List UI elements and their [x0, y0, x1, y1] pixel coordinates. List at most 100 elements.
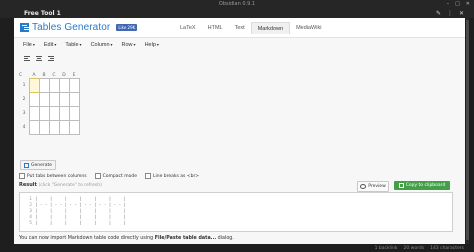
- table-cell[interactable]: [59, 92, 70, 107]
- table-row: [29, 106, 80, 121]
- row-header[interactable]: 3: [19, 106, 29, 120]
- alignment-toolbar: [24, 56, 54, 62]
- align-center-icon[interactable]: [36, 56, 42, 62]
- table-cell[interactable]: [49, 106, 60, 121]
- preview-button[interactable]: Preview: [357, 181, 389, 192]
- character-count: 143 characters: [430, 245, 464, 251]
- option-line-breaks[interactable]: Line breaks as <br>: [144, 173, 200, 179]
- checkbox[interactable]: [144, 173, 151, 179]
- result-heading: Result (click "Generate" to refresh): [19, 182, 102, 188]
- import-note: You can now import Markdown table code d…: [19, 236, 234, 241]
- caret-down-icon: ▾: [110, 42, 113, 47]
- menu-help[interactable]: Help▾: [145, 42, 159, 48]
- table-grid: [29, 78, 80, 135]
- table-cell[interactable]: [39, 78, 50, 93]
- option-compact-mode[interactable]: Compact mode: [94, 173, 137, 179]
- generate-button[interactable]: Generate: [20, 160, 57, 170]
- row-headers: 1 2 3 4: [19, 78, 29, 135]
- table-cell[interactable]: [39, 120, 50, 135]
- row-header[interactable]: 1: [19, 78, 29, 92]
- menu-edit[interactable]: Edit▾: [44, 42, 57, 48]
- logo-text: Tables Generator: [32, 22, 111, 33]
- output-options: Put tabs between columns Compact mode Li…: [19, 173, 199, 179]
- eye-icon: [360, 184, 367, 189]
- file-paste-link[interactable]: File/Paste table data...: [155, 236, 216, 241]
- table-cell[interactable]: [39, 92, 50, 107]
- caret-down-icon: ▾: [54, 42, 57, 47]
- tables-generator-view: Tables Generator Like 29K LaTeX HTML Tex…: [14, 18, 465, 244]
- window-controls: – □ ✕: [447, 0, 470, 8]
- table-cell[interactable]: [29, 92, 40, 107]
- tab-html[interactable]: HTML: [202, 22, 229, 34]
- table-cell[interactable]: [69, 92, 80, 107]
- row-header[interactable]: 4: [19, 120, 29, 134]
- caret-down-icon: ▾: [32, 42, 35, 47]
- menu-column[interactable]: Column▾: [91, 42, 113, 48]
- table-cell[interactable]: [39, 106, 50, 121]
- edit-icon[interactable]: ✎: [436, 10, 441, 17]
- option-tabs-between-columns[interactable]: Put tabs between columns: [19, 173, 87, 179]
- checkbox[interactable]: [19, 173, 25, 179]
- table-row: [29, 120, 80, 135]
- table-cell[interactable]: [49, 92, 60, 107]
- backlinks-count[interactable]: 1 backlink: [375, 246, 398, 251]
- generate-label: Generate: [31, 162, 53, 168]
- minimize-icon[interactable]: –: [447, 1, 450, 7]
- table-cell[interactable]: [49, 78, 60, 93]
- align-right-icon[interactable]: [48, 56, 54, 62]
- status-bar: 1 backlink 20 words 143 characters: [0, 244, 474, 252]
- tab-text[interactable]: Text: [229, 22, 251, 34]
- maximize-icon[interactable]: □: [455, 1, 460, 7]
- table-cell[interactable]: [29, 78, 40, 93]
- table-cell[interactable]: [59, 106, 70, 121]
- close-window-icon[interactable]: ✕: [466, 1, 470, 7]
- option-label: Put tabs between columns: [27, 173, 87, 179]
- scrollbar-thumb[interactable]: [466, 20, 469, 240]
- menu-table[interactable]: Table▾: [65, 42, 81, 48]
- more-options-icon[interactable]: ⋮: [447, 10, 453, 17]
- tab-markdown[interactable]: Markdown: [250, 22, 291, 34]
- format-tabs: LaTeX HTML Text Markdown MediaWiki: [174, 22, 327, 34]
- checkbox[interactable]: [94, 173, 101, 179]
- table-row: [29, 78, 80, 93]
- table-cell[interactable]: [29, 106, 40, 121]
- left-ribbon: [0, 18, 14, 244]
- tab-mediawiki[interactable]: MediaWiki: [290, 22, 327, 34]
- option-label: Compact mode: [102, 173, 137, 179]
- menu-bar: File▾ Edit▾ Table▾ Column▾ Row▾ Help▾: [23, 42, 159, 48]
- table-logo-icon: [20, 23, 29, 32]
- app-header: Tables Generator Like 29K LaTeX HTML Tex…: [14, 18, 465, 38]
- row-header[interactable]: 2: [19, 92, 29, 106]
- align-left-icon[interactable]: [24, 56, 30, 62]
- logo[interactable]: Tables Generator Like 29K: [20, 22, 138, 33]
- option-label: Line breaks as <br>: [152, 173, 200, 179]
- result-code-editor[interactable]: 1 | | | | | | | 2 |--|--|--|--|--|--| 3 | |…: [19, 192, 453, 232]
- table-editor: C A B C D E 1 2 3 4: [19, 73, 80, 135]
- generate-icon: [24, 162, 29, 168]
- table-cell[interactable]: [49, 120, 60, 135]
- pane-actions: ✎ ⋮ ✕: [436, 8, 464, 18]
- table-row: [29, 92, 80, 107]
- code-line: 5 | | | | | | |: [29, 220, 129, 226]
- table-cell[interactable]: [29, 120, 40, 135]
- table-cell[interactable]: [69, 106, 80, 121]
- menu-row[interactable]: Row▾: [122, 42, 136, 48]
- grid-corner: C: [19, 73, 23, 78]
- table-cell[interactable]: [59, 120, 70, 135]
- table-cell[interactable]: [69, 120, 80, 135]
- table-cell[interactable]: [59, 78, 70, 93]
- vertical-scrollbar[interactable]: [466, 18, 469, 244]
- result-label: Result: [19, 182, 37, 188]
- table-cell[interactable]: [69, 78, 80, 93]
- pane-title[interactable]: Free Tool 1: [24, 10, 61, 17]
- pane-header: Free Tool 1 ✎ ⋮ ✕: [0, 8, 474, 18]
- close-pane-icon[interactable]: ✕: [459, 10, 464, 17]
- copy-to-clipboard-button[interactable]: Copy to clipboard: [394, 181, 450, 190]
- result-hint: (click "Generate" to refresh): [38, 183, 102, 188]
- caret-down-icon: ▾: [133, 42, 136, 47]
- window-title: Obsidian 0.9.1: [218, 1, 256, 7]
- like-button[interactable]: Like 29K: [116, 24, 138, 31]
- menu-file[interactable]: File▾: [23, 42, 35, 48]
- tab-latex[interactable]: LaTeX: [174, 22, 202, 34]
- caret-down-icon: ▾: [79, 42, 82, 47]
